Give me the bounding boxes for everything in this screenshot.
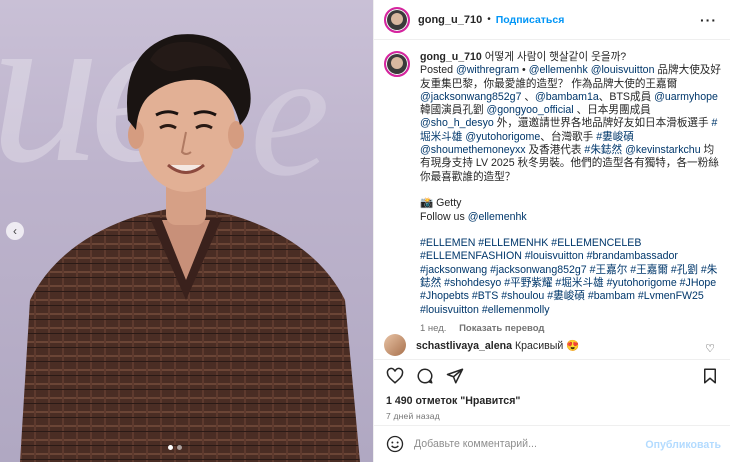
caption-text-part: 、BTS成員: [598, 90, 655, 103]
person-illustration: [20, 34, 360, 462]
photo-credit: 📸 Getty: [420, 197, 462, 210]
save-icon[interactable]: [701, 367, 719, 385]
caption-username[interactable]: gong_u_710: [420, 51, 482, 63]
caption-line1: 어떻게 사람이 햇살같이 웃을까?: [484, 51, 627, 63]
comment-text: schastlivaya_alena Красивый 😍: [416, 339, 579, 352]
caption-text: gong_u_710 어떻게 사람이 햇살같이 웃을까? Posted @wit…: [420, 51, 721, 335]
translate-button[interactable]: Показать перевод: [459, 323, 544, 334]
comment-like-icon[interactable]: ♡: [705, 342, 715, 355]
chevron-left-icon[interactable]: ‹: [6, 222, 24, 240]
caption-hashtags[interactable]: #ELLEMEN #ELLEMENHK #ELLEMENCELEB #ELLEM…: [420, 237, 717, 315]
caption-tag[interactable]: @louisvuitton: [591, 64, 655, 76]
comment-body: Красивый 😍: [514, 339, 580, 352]
publish-button[interactable]: Опубликовать: [645, 439, 721, 451]
comment-input[interactable]: [414, 438, 634, 450]
emoji-icon[interactable]: [386, 435, 404, 453]
caption-tag[interactable]: @jacksonwang852g7: [420, 91, 521, 103]
add-comment-bar: Опубликовать: [374, 425, 730, 462]
caption-text-part: Posted: [420, 64, 456, 77]
post-date: 7 дней назад: [386, 411, 440, 421]
action-bar: [374, 359, 730, 391]
caption-text-part: •: [519, 64, 529, 77]
caption-area: gong_u_710 어떻게 사람이 햇살같이 웃을까? Posted @wit…: [374, 41, 730, 334]
commenter-avatar[interactable]: [384, 334, 406, 356]
caption-text-part: 韓國演員孔劉: [420, 104, 487, 117]
likes-count[interactable]: 1 490 отметок "Нравится": [386, 395, 520, 407]
caption-tag[interactable]: @shoumethemoneyxx: [420, 144, 526, 156]
caption-tag[interactable]: @gongyoo_official: [487, 104, 574, 116]
caption-tag[interactable]: #婁峻碩: [596, 131, 634, 143]
follow-button[interactable]: Подписаться: [496, 14, 565, 26]
caption-text-part: 、日本男團成員: [573, 104, 651, 117]
caption-text-part: 及香港代表: [525, 144, 585, 157]
comment-icon[interactable]: [416, 367, 434, 385]
caption-text-part: 、台灣歌手: [540, 130, 597, 143]
caption-tag[interactable]: @uarmyhope: [654, 91, 718, 103]
heart-icon[interactable]: [386, 367, 404, 385]
caption-avatar[interactable]: [384, 51, 410, 77]
follow-us-handle[interactable]: @ellemenhk: [468, 211, 527, 223]
follow-us-text: Follow us: [420, 210, 468, 223]
caption-tag[interactable]: @withregram: [456, 64, 519, 76]
carousel-dot: [177, 445, 182, 450]
caption-text-part: 外，還邀請世界各地品牌好友如日本滑板選手: [493, 117, 712, 130]
caption-tag[interactable]: #朱鋕然: [584, 144, 622, 156]
commenter-username[interactable]: schastlivaya_alena: [416, 340, 512, 352]
caption-tag[interactable]: @yutohorigome: [465, 131, 540, 143]
carousel-dots: [168, 445, 182, 450]
caption-text-part: 、: [521, 90, 536, 103]
avatar[interactable]: [384, 6, 410, 33]
separator-dot: •: [487, 14, 491, 25]
comment-row: schastlivaya_alena Красивый 😍 ♡: [384, 334, 721, 356]
caption-tag[interactable]: @ellemenhk: [529, 64, 588, 76]
caption-tag[interactable]: @sho_h_desyo: [420, 117, 494, 129]
post-header: gong_u_710 • Подписаться ···: [374, 0, 730, 40]
caption-body: Posted @withregram • @ellemenhk @louisvu…: [420, 64, 721, 182]
share-icon[interactable]: [446, 367, 464, 385]
caption-tag[interactable]: @kevinstarkchu: [625, 144, 701, 156]
post-sidebar: gong_u_710 • Подписаться ··· gong_u_710 …: [373, 0, 730, 462]
post-photo[interactable]: ue e ‹: [0, 0, 373, 462]
caption-tag[interactable]: @bambam1a: [535, 91, 599, 103]
author-username[interactable]: gong_u_710: [418, 14, 482, 26]
carousel-dot: [168, 445, 173, 450]
time-ago: 1 нед.: [420, 322, 447, 334]
more-icon[interactable]: ···: [700, 12, 717, 28]
